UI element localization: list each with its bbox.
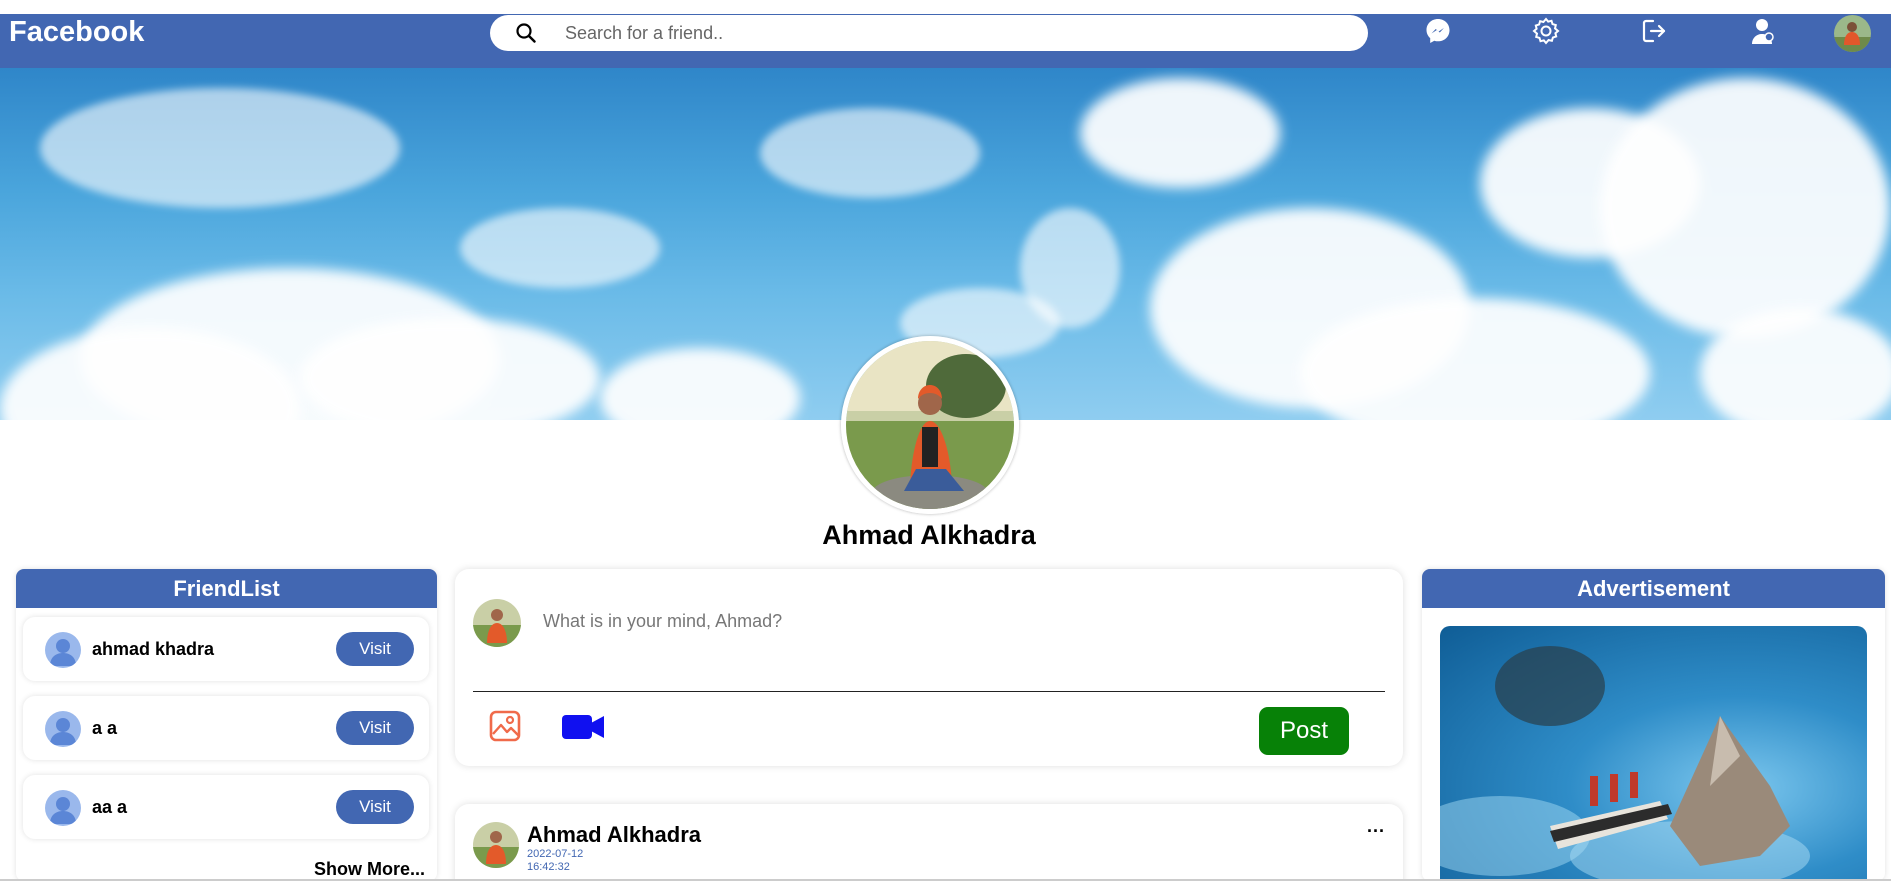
post-menu-icon[interactable]: ... [1367,816,1385,837]
friend-avatar [45,790,81,826]
post-button[interactable]: Post [1259,707,1349,755]
visit-button[interactable]: Visit [336,790,414,824]
search-input[interactable] [565,21,1345,45]
settings-icon[interactable] [1531,16,1561,46]
friend-list-panel: FriendList ahmad khadra Visit a a Visit … [16,569,437,881]
post-composer: Post [455,569,1403,766]
composer-divider [473,691,1385,692]
friend-avatar [45,632,81,668]
post-input[interactable] [543,611,1343,632]
friend-list-title: FriendList [16,569,437,608]
profile-icon[interactable] [1748,16,1778,46]
composer-avatar [473,599,521,647]
post-timestamp: 2022-07-12 16:42:32 [527,848,583,874]
advertisement-panel: Advertisement [1422,569,1885,881]
post-time: 16:42:32 [527,861,570,873]
friend-item: a a Visit [23,696,429,760]
messenger-icon[interactable] [1423,16,1453,46]
friend-name: aa a [92,797,128,817]
friend-item: aa a Visit [23,775,429,839]
friend-name: a a [92,718,118,738]
advertisement-title: Advertisement [1422,569,1885,608]
post-card: Ahmad Alkhadra 2022-07-12 16:42:32 ... [455,804,1403,881]
search-icon [516,23,536,43]
friend-item: ahmad khadra Visit [23,617,429,681]
post-date: 2022-07-12 [527,848,584,860]
brand-logo[interactable]: Facebook [9,16,144,49]
visit-button[interactable]: Visit [336,632,414,666]
video-icon[interactable] [562,714,604,740]
top-navbar: Facebook [0,0,1891,68]
search-bar[interactable] [490,15,1368,51]
photo-icon[interactable] [489,710,521,742]
friend-avatar [45,711,81,747]
top-strip [0,0,1891,14]
friend-name: ahmad khadra [92,639,215,659]
profile-picture[interactable] [841,336,1019,514]
visit-button[interactable]: Visit [336,711,414,745]
show-more-link[interactable]: Show More... [314,859,425,880]
post-author-avatar[interactable] [473,822,519,868]
avatar[interactable] [1834,15,1871,52]
post-author-name[interactable]: Ahmad Alkhadra [527,822,701,848]
profile-name: Ahmad Alkhadra [822,520,1036,550]
advertisement-image[interactable] [1440,626,1867,881]
logout-icon[interactable] [1639,16,1669,46]
